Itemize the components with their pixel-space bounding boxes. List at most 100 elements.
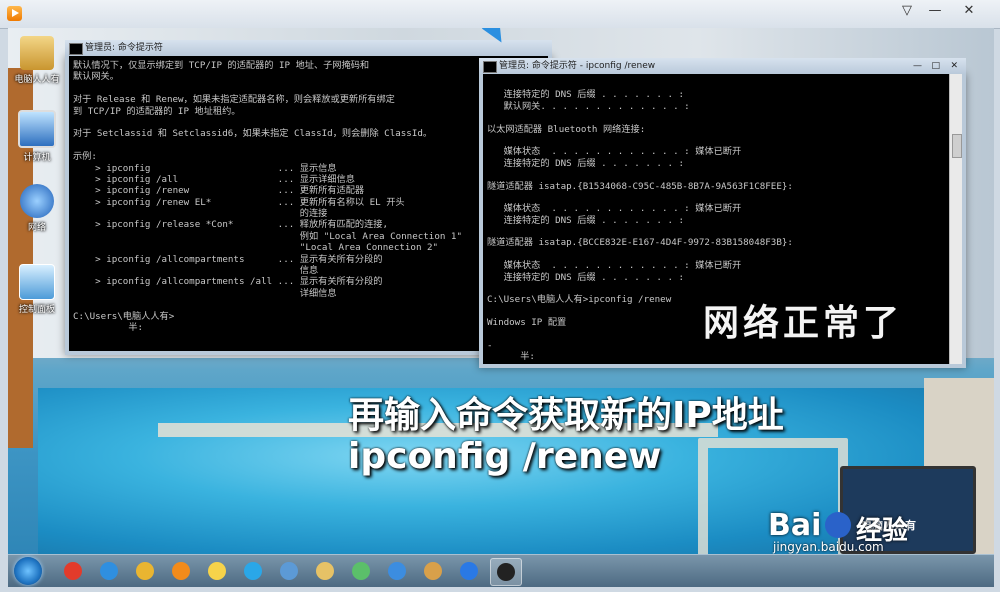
taskbar-button-settings[interactable] bbox=[382, 558, 412, 584]
control-panel-icon bbox=[19, 264, 55, 300]
terminal-line: > ipconfig /allcompartments ... 显示有关所有分段… bbox=[73, 253, 383, 265]
user-folder-icon bbox=[20, 36, 54, 70]
taskbar bbox=[8, 554, 994, 587]
minimize-icon[interactable]: — bbox=[913, 58, 922, 74]
taskbar-button-network-monitor[interactable] bbox=[274, 558, 304, 584]
terminal-line: 详细信息 bbox=[73, 287, 337, 299]
baidu-paw-icon bbox=[825, 512, 851, 538]
cmd-window-right-title: 管理员: 命令提示符 - ipconfig /renew bbox=[499, 61, 656, 71]
terminal-line: 连接特定的 DNS 后缀 . . . . . . . : bbox=[487, 89, 685, 101]
close-icon[interactable]: ✕ bbox=[958, 3, 980, 18]
maximize-icon[interactable]: □ bbox=[931, 58, 940, 74]
taskbar-button-paint[interactable] bbox=[418, 558, 448, 584]
cmd-scrollbar[interactable] bbox=[949, 74, 962, 364]
terminal-line: 对于 Release 和 Renew，如果未指定适配器名称，则会释放或更新所有绑… bbox=[73, 94, 395, 106]
taskbar-button-ie[interactable] bbox=[94, 558, 124, 584]
terminal-line: 默认网关. . . . . . . . . . . . . : bbox=[487, 100, 690, 112]
terminal-line: 连接特定的 DNS 后缀 . . . . . . . : bbox=[487, 271, 685, 283]
settings-icon bbox=[388, 562, 406, 580]
overlay-status-text: 网络正常了 bbox=[703, 303, 904, 344]
desktop-icon-network[interactable]: 网络 bbox=[8, 184, 66, 233]
terminal-line: 媒体状态 . . . . . . . . . . . . : 媒体已断开 bbox=[487, 146, 742, 158]
terminal-line: 以太网适配器 Bluetooth 网络连接: bbox=[487, 123, 646, 135]
cmd-output-left[interactable]: 默认情况下，仅显示绑定到 TCP/IP 的适配器的 IP 地址、子网掩码和 默认网… bbox=[73, 60, 544, 349]
terminal-line: > ipconfig /renew EL* ... 更新所有名称以 EL 开头 bbox=[73, 196, 405, 208]
overlay-command-text: ipconfig /renew bbox=[348, 436, 662, 477]
cmd-window-left-title: 管理员: 命令提示符 bbox=[85, 43, 163, 53]
paint-icon bbox=[424, 562, 442, 580]
terminal-line: 媒体状态 . . . . . . . . . . . . : 媒体已断开 bbox=[487, 260, 742, 272]
player-title-bar: ▽ — ✕ bbox=[0, 0, 1000, 29]
cmd-window-left-titlebar[interactable]: 管理员: 命令提示符 bbox=[65, 40, 552, 56]
terminal-line: > ipconfig /allcompartments /all ... 显示有… bbox=[73, 276, 383, 288]
terminal-line: 隧道适配器 isatap.{BCCE832E-E167-4D4F-9972-83… bbox=[487, 237, 793, 249]
taskbar-button-chrome[interactable] bbox=[130, 558, 160, 584]
taskbar-button-browser[interactable] bbox=[238, 558, 268, 584]
baidu-logo-text: Bai bbox=[768, 508, 822, 543]
cmd-scrollbar-thumb[interactable] bbox=[952, 134, 962, 158]
terminal-line: 对于 Setclassid 和 Setclassid6，如果未指定 ClassI… bbox=[73, 128, 433, 140]
browser-icon bbox=[244, 562, 262, 580]
computer-icon bbox=[18, 110, 56, 148]
terminal-line: 媒体状态 . . . . . . . . . . . . : 媒体已断开 bbox=[487, 203, 742, 215]
terminal-line: 默认网关。 bbox=[73, 71, 119, 83]
terminal-line: 的连接 bbox=[73, 208, 328, 220]
start-button[interactable] bbox=[14, 557, 42, 585]
cmd-window-right-titlebar[interactable]: 管理员: 命令提示符 - ipconfig /renew — □ ✕ bbox=[479, 58, 966, 74]
terminal-line: 示例: bbox=[73, 151, 97, 163]
terminal-line: 默认情况下，仅显示绑定到 TCP/IP 的适配器的 IP 地址、子网掩码和 bbox=[73, 60, 370, 71]
explorer-icon bbox=[316, 562, 334, 580]
tool-icon bbox=[352, 562, 370, 580]
desktop: 电脑人人有 计算机 网络 控制面板 管理员: 命令提示符 默认情况下，仅显示绑定… bbox=[8, 28, 994, 554]
minimize-icon[interactable]: — bbox=[924, 3, 946, 18]
ie-icon bbox=[100, 562, 118, 580]
network-globe-icon bbox=[20, 184, 54, 218]
terminal-line: > ipconfig /all ... 显示详细信息 bbox=[73, 173, 355, 185]
terminal-line: 例如 "Local Area Connection 1" bbox=[73, 230, 462, 242]
terminal-line: "Local Area Connection 2" bbox=[73, 242, 439, 254]
desktop-icon-control-panel[interactable]: 控制面板 bbox=[8, 264, 66, 315]
terminal-line: > ipconfig /renew ... 更新所有适配器 bbox=[73, 185, 365, 197]
taskbar-button-explorer[interactable] bbox=[310, 558, 340, 584]
player-app-icon bbox=[7, 6, 22, 21]
terminal-line: 连接特定的 DNS 后缀 . . . . . . . : bbox=[487, 214, 685, 226]
network-monitor-icon bbox=[280, 562, 298, 580]
desktop-icon-user-folder[interactable]: 电脑人人有 bbox=[8, 36, 66, 85]
notes-icon bbox=[208, 562, 226, 580]
terminal-line: 半: bbox=[487, 351, 535, 362]
cmd-icon bbox=[69, 43, 83, 55]
terminal-line: 信息 bbox=[73, 265, 319, 277]
cmd-icon bbox=[483, 61, 497, 73]
terminal-line: > ipconfig ... 显示信息 bbox=[73, 162, 337, 174]
taskbar-button-sogou[interactable] bbox=[58, 558, 88, 584]
cmd-icon bbox=[497, 563, 515, 581]
taskbar-button-tool[interactable] bbox=[346, 558, 376, 584]
terminal-line: 到 TCP/IP 的适配器的 IP 地址租约。 bbox=[73, 105, 241, 117]
chrome-icon bbox=[136, 562, 154, 580]
taskbar-button-cmd[interactable] bbox=[490, 558, 522, 586]
sogou-icon bbox=[64, 562, 82, 580]
close-icon[interactable]: ✕ bbox=[950, 58, 958, 74]
taskbar-button-baidu-netdisk[interactable] bbox=[454, 558, 484, 584]
baidu-netdisk-icon bbox=[460, 562, 478, 580]
taskbar-button-notes[interactable] bbox=[202, 558, 232, 584]
terminal-line: 半: bbox=[73, 321, 144, 333]
baidu-url-text: jingyan.baidu.com bbox=[773, 540, 884, 554]
taskbar-button-media[interactable] bbox=[166, 558, 196, 584]
media-icon bbox=[172, 562, 190, 580]
dropdown-icon[interactable]: ▽ bbox=[896, 3, 918, 18]
terminal-line: 连接特定的 DNS 后缀 . . . . . . . : bbox=[487, 157, 685, 169]
overlay-instruction-text: 再输入命令获取新的IP地址 bbox=[348, 395, 784, 436]
desktop-icon-computer[interactable]: 计算机 bbox=[8, 110, 66, 163]
